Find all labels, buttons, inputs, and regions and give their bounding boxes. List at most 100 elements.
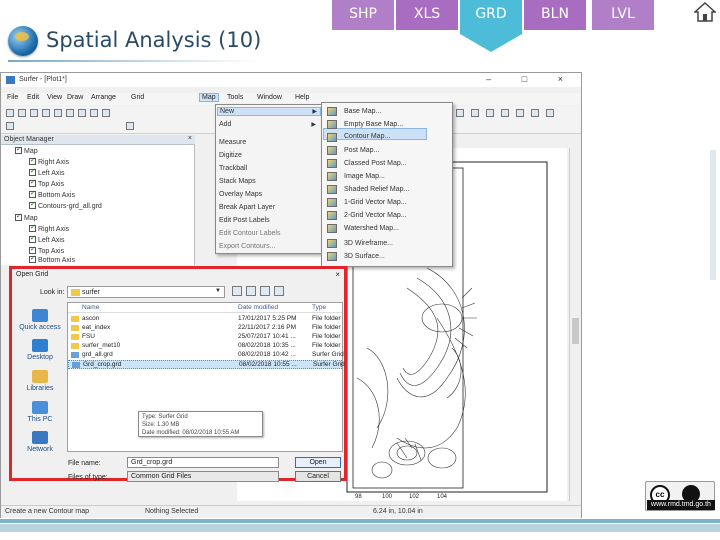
pan-icon[interactable] [471, 109, 479, 117]
submenu-base-map[interactable]: Base Map... [344, 108, 381, 115]
submenu-classed-post-map[interactable]: Classed Post Map... [344, 160, 407, 167]
submenu-3d-surface[interactable]: 3D Surface... [344, 253, 385, 260]
redo-icon[interactable] [102, 109, 110, 117]
layer-icon[interactable] [516, 109, 524, 117]
checkbox-icon[interactable] [29, 254, 36, 263]
tree-item-map[interactable]: Map [15, 145, 38, 155]
menu-map[interactable]: Map [199, 93, 219, 102]
submenu-1-grid-vector-map[interactable]: 1-Grid Vector Map... [344, 199, 407, 206]
menu-edit[interactable]: Edit [27, 94, 39, 101]
submenu-3d-wireframe[interactable]: 3D Wireframe... [344, 240, 393, 247]
tab-grd[interactable]: GRD [460, 0, 522, 34]
checkbox-icon[interactable] [29, 200, 36, 209]
paste-icon[interactable] [78, 109, 86, 117]
checkbox-icon[interactable] [29, 234, 36, 243]
map-menu-overlay-maps[interactable]: Overlay Maps [219, 191, 262, 198]
close-icon[interactable]: × [188, 135, 192, 142]
cut-icon[interactable] [54, 109, 62, 117]
look-in-select[interactable]: surfer ▼ [67, 286, 225, 298]
place-libraries[interactable]: Libraries [15, 370, 65, 392]
home-icon[interactable] [694, 2, 716, 22]
tree-item-right-axis[interactable]: Right Axis [29, 156, 69, 166]
map-menu-break-apart[interactable]: Break Apart Layer [219, 204, 275, 211]
file-row[interactable]: grd_all.grd 08/02/2018 10:42 ... Surfer … [68, 351, 344, 360]
file-row[interactable]: eat_index 22/11/2017 2:16 PM File folder [68, 324, 342, 333]
map-menu-stack-maps[interactable]: Stack Maps [219, 178, 256, 185]
print-icon[interactable] [42, 109, 50, 117]
submenu-watershed-map[interactable]: Watershed Map... [344, 225, 399, 232]
place-network[interactable]: Network [15, 431, 65, 453]
window-controls[interactable]: – □ × [486, 74, 577, 84]
tree-item-right-axis[interactable]: Right Axis [29, 223, 69, 233]
submenu-post-map[interactable]: Post Map... [344, 147, 379, 154]
checkbox-icon[interactable] [29, 178, 36, 187]
new-icon[interactable] [6, 109, 14, 117]
submenu-image-map[interactable]: Image Map... [344, 173, 385, 180]
file-name-input[interactable]: Grd_crop.grd [127, 457, 279, 468]
up-folder-icon[interactable] [246, 286, 256, 296]
place-desktop[interactable]: Desktop [15, 339, 65, 361]
map-menu-new[interactable]: New ▶ [217, 107, 321, 116]
file-row[interactable]: FSU 25/07/2017 10:41 ... File folder [68, 333, 342, 342]
column-date-modified[interactable]: Date modified [238, 304, 278, 311]
grid-icon[interactable] [531, 109, 539, 117]
checkbox-icon[interactable] [29, 167, 36, 176]
menu-tools[interactable]: Tools [227, 94, 243, 101]
tree-item-map[interactable]: Map [15, 212, 38, 222]
tree-item-contours[interactable]: Contours-grd_all.grd [29, 200, 102, 210]
select-icon[interactable] [501, 109, 509, 117]
menu-draw[interactable]: Draw [67, 94, 83, 101]
menu-help[interactable]: Help [295, 94, 309, 101]
tab-shp[interactable]: SHP [332, 0, 394, 30]
open-button[interactable]: Open [295, 457, 341, 468]
map-menu-export-contours[interactable]: Export Contours... [219, 243, 275, 250]
file-row-selected[interactable]: Grd_crop.grd 08/02/2018 10:55 ... Surfer… [68, 360, 345, 369]
view-menu-icon[interactable] [274, 286, 284, 296]
rotate-icon[interactable] [486, 109, 494, 117]
undo-icon[interactable] [90, 109, 98, 117]
file-row[interactable]: surfer_met10 08/02/2018 10:35 ... File f… [68, 342, 342, 351]
bold-icon[interactable] [126, 122, 134, 130]
tab-lvl[interactable]: LVL [592, 0, 654, 30]
scrollbar-thumb[interactable] [572, 318, 579, 344]
menu-arrange[interactable]: Arrange [91, 94, 116, 101]
map-menu-edit-contour-labels[interactable]: Edit Contour Labels [219, 230, 280, 237]
map-menu-trackball[interactable]: Trackball [219, 165, 247, 172]
menu-file[interactable]: File [7, 94, 18, 101]
tree-item-left-axis[interactable]: Left Axis [29, 234, 64, 244]
file-row[interactable]: ascon 17/01/2017 5:25 PM File folder [68, 315, 342, 324]
new-folder-icon[interactable] [260, 286, 270, 296]
tree-item-bottom-axis[interactable]: Bottom Axis [29, 254, 75, 264]
menu-window[interactable]: Window [257, 94, 282, 101]
menu-grid[interactable]: Grid [131, 94, 144, 101]
column-name[interactable]: Name [82, 304, 99, 311]
checkbox-icon[interactable] [29, 245, 36, 254]
map-menu-digitize[interactable]: Digitize [219, 152, 242, 159]
open-icon[interactable] [18, 109, 26, 117]
map-menu-edit-post-labels[interactable]: Edit Post Labels [219, 217, 270, 224]
file-type-select[interactable]: Common Grid Files [127, 471, 279, 482]
tab-xls[interactable]: XLS [396, 0, 458, 30]
tree-item-left-axis[interactable]: Left Axis [29, 167, 64, 177]
checkbox-icon[interactable] [29, 156, 36, 165]
map-menu-add[interactable]: Add ▶ [219, 121, 319, 128]
zoom-icon[interactable] [456, 109, 464, 117]
close-icon[interactable]: × [335, 270, 340, 279]
menu-view[interactable]: View [47, 94, 62, 101]
save-icon[interactable] [30, 109, 38, 117]
tree-item-bottom-axis[interactable]: Bottom Axis [29, 189, 75, 199]
map-menu-measure[interactable]: Measure [219, 139, 246, 146]
checkbox-icon[interactable] [15, 145, 22, 154]
tab-bln[interactable]: BLN [524, 0, 586, 30]
copy-icon[interactable] [66, 109, 74, 117]
submenu-shaded-relief-map[interactable]: Shaded Relief Map... [344, 186, 409, 193]
place-this-pc[interactable]: This PC [15, 401, 65, 423]
cancel-button[interactable]: Cancel [295, 471, 341, 482]
submenu-contour-map[interactable]: Contour Map... [344, 133, 390, 140]
vertical-scrollbar[interactable] [569, 148, 581, 501]
font-select-icon[interactable] [6, 122, 14, 130]
tree-item-top-axis[interactable]: Top Axis [29, 178, 64, 188]
column-type[interactable]: Type [312, 304, 326, 311]
refresh-icon[interactable] [546, 109, 554, 117]
back-icon[interactable] [232, 286, 242, 296]
